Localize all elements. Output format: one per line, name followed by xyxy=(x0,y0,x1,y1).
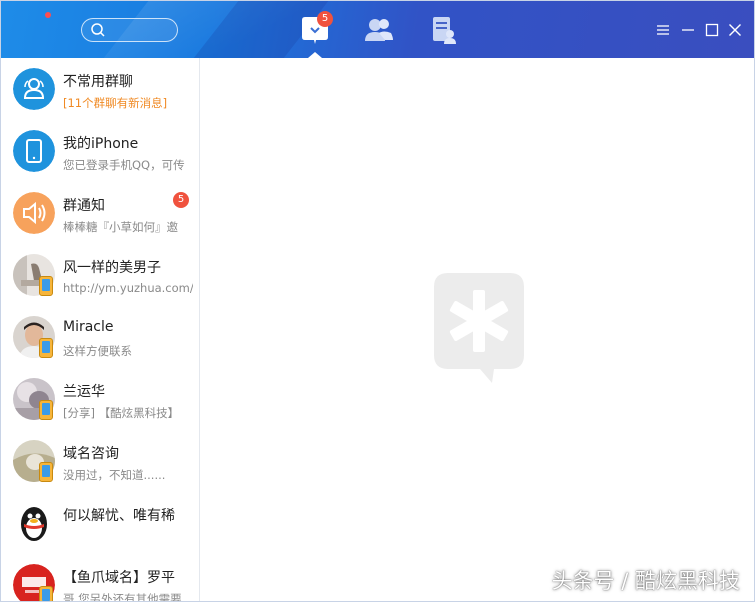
conversation-name: 群通知 xyxy=(63,198,105,214)
conversation-name: 域名咨询 xyxy=(63,446,119,462)
conversation-name: 兰运华 xyxy=(63,384,105,400)
minimize-icon[interactable] xyxy=(681,23,695,37)
conversation-item[interactable]: Miracle 这样方便联系 xyxy=(1,306,199,368)
conversation-preview: 这样方便联系 xyxy=(63,344,132,358)
mobile-online-icon xyxy=(39,586,53,601)
conversation-item[interactable]: 风一样的美男子 http://ym.yuzhua.com/go xyxy=(1,244,199,306)
conversation-preview: http://ym.yuzhua.com/go xyxy=(63,281,193,295)
main-menu-icon[interactable] xyxy=(656,23,670,37)
conversation-item[interactable]: 何以解忧、唯有稀 xyxy=(1,492,199,554)
conversation-preview: [分享] 【酷炫黑科技】 xyxy=(63,406,180,420)
mobile-online-icon xyxy=(39,338,53,358)
conversation-preview: 棒棒糖『小草如何』邀 xyxy=(63,220,178,234)
conversation-list[interactable]: 不常用群聊 [11个群聊有新消息] 我的iPhone 您已登录手机QQ，可传 群… xyxy=(1,58,200,602)
unread-count-badge: 5 xyxy=(173,192,189,208)
tab-space-document-user-icon[interactable] xyxy=(427,15,459,45)
qq-main-window: 5 不常用群聊 [11个群聊有新消息] 我的iPhone 您已登录手机QQ，可传… xyxy=(0,0,755,602)
messages-unread-badge: 5 xyxy=(317,11,333,27)
penguin-icon xyxy=(13,502,55,544)
online-status-dot xyxy=(45,12,51,18)
search-input[interactable] xyxy=(81,18,178,42)
conversation-item[interactable]: 不常用群聊 [11个群聊有新消息] xyxy=(1,58,199,120)
mobile-online-icon xyxy=(39,400,53,420)
group-folder-icon xyxy=(13,68,55,110)
phone-icon xyxy=(13,130,55,172)
conversation-preview: 没用过，不知道...... xyxy=(63,468,166,482)
maximize-icon[interactable] xyxy=(705,23,719,37)
mobile-online-icon xyxy=(39,276,53,296)
chat-panel-empty xyxy=(201,58,754,601)
watermark-text: 头条号 / 酷炫黑科技 xyxy=(551,569,740,593)
conversation-name: 【鱼爪域名】罗平 xyxy=(63,570,175,586)
mobile-online-icon xyxy=(39,462,53,482)
search-icon xyxy=(91,23,105,37)
empty-chat-asterisk-logo-icon xyxy=(434,273,524,383)
conversation-name: 我的iPhone xyxy=(63,136,139,152)
conversation-item[interactable]: 兰运华 [分享] 【酷炫黑科技】 xyxy=(1,368,199,430)
title-bar: 5 xyxy=(1,1,754,58)
conversation-item[interactable]: 群通知 棒棒糖『小草如何』邀 5 xyxy=(1,182,199,244)
conversation-preview: [11个群聊有新消息] xyxy=(63,96,168,110)
conversation-name: 何以解忧、唯有稀 xyxy=(63,508,175,524)
conversation-item[interactable]: 我的iPhone 您已登录手机QQ，可传 xyxy=(1,120,199,182)
close-icon[interactable] xyxy=(728,23,742,37)
tab-contacts-icon[interactable] xyxy=(363,15,395,45)
conversation-preview: 您已登录手机QQ，可传 xyxy=(63,158,185,172)
conversation-name: 不常用群聊 xyxy=(63,74,133,90)
conversation-preview: 哥 您另外还有其他需要 xyxy=(63,592,182,602)
speaker-icon xyxy=(13,192,55,234)
conversation-name: Miracle xyxy=(63,319,114,335)
conversation-name: 风一样的美男子 xyxy=(63,260,161,276)
conversation-item[interactable]: 域名咨询 没用过，不知道...... xyxy=(1,430,199,492)
conversation-item[interactable]: 【鱼爪域名】罗平 哥 您另外还有其他需要 xyxy=(1,554,199,602)
